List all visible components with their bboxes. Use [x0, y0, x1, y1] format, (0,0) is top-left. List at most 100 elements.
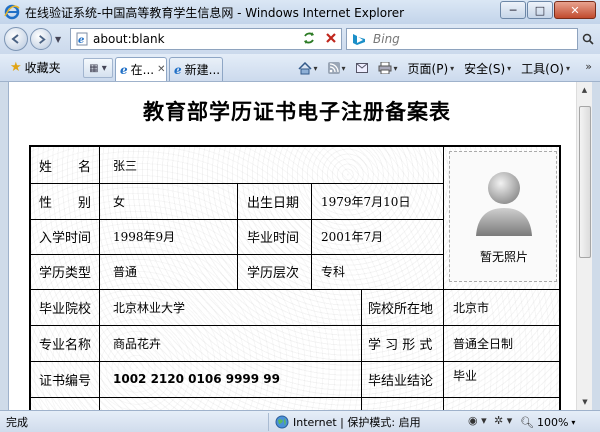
label-school-location: 院校所在地: [368, 301, 434, 317]
close-button[interactable]: ✕: [554, 1, 596, 19]
settings-icon[interactable]: ✲ ▾: [494, 414, 512, 427]
window-frame-right: [592, 82, 600, 410]
tab-close-icon[interactable]: ✕: [157, 64, 165, 75]
status-text: 完成: [6, 415, 28, 429]
label-grad-date: 毕业时间: [247, 231, 300, 246]
vertical-scrollbar[interactable]: ▲ ▼: [576, 82, 592, 410]
rss-icon: [327, 62, 340, 74]
label-conclusion: 毕结业结论: [368, 373, 434, 389]
forward-arrow-icon: [38, 34, 46, 44]
value-gender: 女: [113, 194, 126, 209]
scroll-down-button[interactable]: ▼: [577, 394, 593, 410]
ie-page-icon: e: [120, 62, 128, 77]
window-title: 在线验证系统-中国高等教育学生信息网 - Windows Internet Ex…: [25, 5, 405, 20]
security-zone[interactable]: Internet | 保护模式: 启用: [268, 413, 421, 431]
value-enroll-date: 1998年9月: [113, 230, 176, 244]
label-school: 毕业院校: [39, 301, 92, 317]
command-tools: ▾ ▾ ▾ 页面(P) ▾ 安全(S) ▾ 工具(O) ▾: [288, 57, 570, 79]
bing-logo-icon: [353, 34, 365, 45]
photo-box: 暂无照片: [449, 151, 557, 282]
value-school-location: 北京市: [453, 300, 490, 315]
window-controls: ─ □ ✕: [499, 1, 596, 19]
value-major: 商品花卉: [113, 336, 162, 351]
zoom-icon: 🔍︎: [520, 415, 534, 429]
mail-icon: [355, 63, 368, 73]
tab-label: 在...: [130, 63, 155, 77]
label-edu-level: 学历层次: [247, 266, 300, 281]
favorites-button[interactable]: ★ 收藏夹: [10, 57, 61, 79]
value-study-form: 普通全日制: [453, 336, 514, 351]
home-icon: [297, 61, 312, 74]
search-icon: [582, 33, 594, 45]
label-enroll-date: 入学时间: [39, 231, 92, 246]
stop-icon: [326, 33, 336, 43]
star-icon: ★: [10, 60, 22, 75]
value-name: 张三: [113, 158, 138, 173]
label-birth-date: 出生日期: [247, 195, 300, 211]
back-arrow-icon: [11, 34, 19, 44]
scroll-up-button[interactable]: ▲: [577, 82, 592, 98]
value-edu-level: 专科: [321, 265, 346, 279]
ie-page-icon: e: [174, 62, 182, 77]
label-gender: 性 别: [39, 195, 92, 211]
grid-icon: ▦ ▾: [89, 62, 107, 74]
avatar-placeholder-icon: [476, 172, 532, 236]
refresh-button[interactable]: [298, 28, 320, 48]
safety-menu[interactable]: 安全(S) ▾: [464, 60, 511, 77]
zoom-level: 100%: [536, 415, 569, 429]
search-button[interactable]: [578, 30, 598, 48]
photo-caption: 暂无照片: [479, 250, 528, 264]
page-menu[interactable]: 页面(P) ▾: [408, 60, 455, 77]
back-button[interactable]: [4, 27, 28, 51]
printer-icon: [378, 62, 392, 74]
favorites-label: 收藏夹: [24, 61, 61, 75]
zoom-control[interactable]: 🔍︎ 100% ▾: [520, 413, 575, 431]
zone-text: Internet | 保护模式: 启用: [293, 416, 421, 429]
search-box[interactable]: Bing: [346, 28, 578, 50]
title-bar: 在线验证系统-中国高等教育学生信息网 - Windows Internet Ex…: [0, 0, 600, 24]
label-edu-type: 学历类型: [39, 266, 92, 281]
value-edu-type: 普通: [113, 265, 138, 279]
value-cert-no: 1002 2120 0106 9999 99: [113, 372, 281, 386]
label-study-form: 学 习 形 式: [368, 337, 433, 353]
tab-new[interactable]: e 新建...: [169, 57, 223, 81]
navigation-bar: ▼ e about:blank Bing: [0, 24, 600, 54]
page-menu-label: 页面(P): [407, 61, 449, 76]
mail-button[interactable]: [355, 63, 368, 73]
globe-icon: [275, 415, 289, 429]
value-grad-date: 2001年7月: [321, 230, 384, 244]
refresh-icon: [304, 32, 314, 44]
feeds-button[interactable]: ▾: [327, 62, 346, 74]
label-cert-no: 证书编号: [39, 373, 92, 389]
tools-menu[interactable]: 工具(O) ▾: [521, 60, 570, 77]
value-school: 北京林业大学: [113, 300, 186, 315]
safety-menu-label: 安全(S): [464, 61, 506, 76]
page-viewport: 教育部学历证书电子注册备案表 姓 名 张三 性 别 女 出生日期 1979年7月…: [8, 82, 584, 410]
command-bar: ★ 收藏夹 ▦ ▾ e 在... ✕ e 新建... ▾ ▾ ▾ 页面(P)▾: [0, 54, 600, 82]
protected-mode-icon[interactable]: ◉ ▾: [468, 414, 487, 427]
svg-text:e: e: [78, 35, 84, 46]
scroll-thumb[interactable]: [579, 106, 591, 258]
search-input[interactable]: Bing: [373, 32, 577, 46]
maximize-button[interactable]: □: [527, 1, 553, 19]
forward-button[interactable]: [30, 28, 52, 50]
page-icon: e: [76, 32, 88, 46]
document-title: 教育部学历证书电子注册备案表: [143, 99, 451, 124]
label-major: 专业名称: [39, 337, 92, 353]
quick-tabs-button[interactable]: ▦ ▾: [83, 58, 113, 78]
ie-logo-icon: [4, 4, 20, 20]
minimize-button[interactable]: ─: [500, 1, 526, 19]
stop-button[interactable]: [320, 28, 342, 48]
tab-current[interactable]: e 在... ✕: [115, 57, 167, 81]
history-dropdown-icon[interactable]: ▼: [55, 35, 61, 44]
label-name: 姓 名: [39, 159, 92, 175]
value-birth-date: 1979年7月10日: [321, 194, 411, 209]
tab-label: 新建...: [184, 63, 221, 77]
print-button[interactable]: ▾: [378, 62, 398, 74]
certificate-table: 姓 名 张三 性 别 女 出生日期 1979年7月10日 入学时间 1998年9…: [29, 145, 561, 410]
value-conclusion: 毕业: [453, 368, 478, 383]
more-commands-button[interactable]: »: [585, 60, 592, 73]
status-bar: 完成 Internet | 保护模式: 启用 ◉ ▾ ✲ ▾ 🔍︎ 100% ▾: [0, 410, 600, 432]
home-button[interactable]: ▾: [297, 61, 318, 75]
tools-menu-label: 工具(O): [521, 61, 564, 76]
